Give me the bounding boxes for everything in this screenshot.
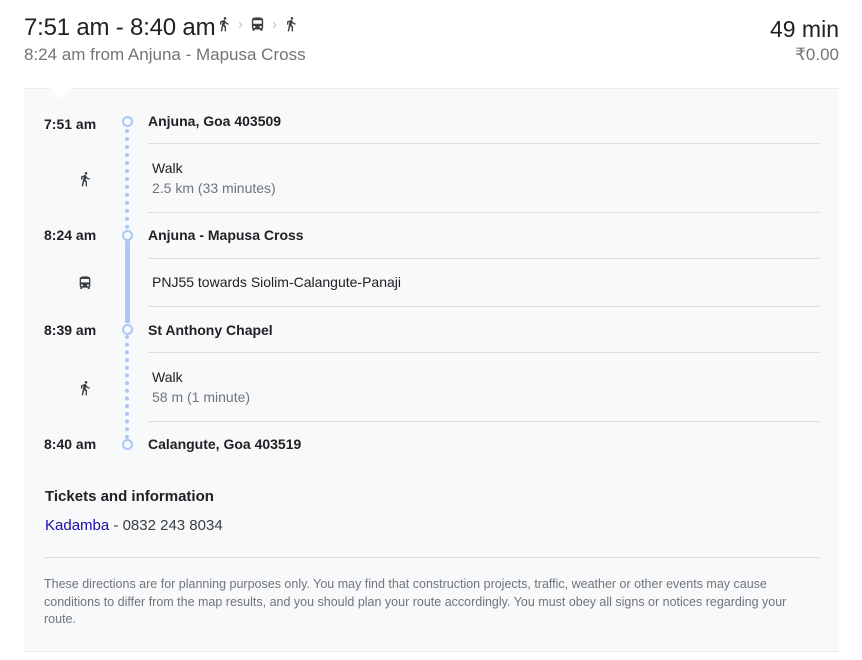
stop-marker [122,439,133,450]
tickets-info: Kadamba - 0832 243 8034 [45,517,223,534]
step-detail: 58 m (1 minute) [152,389,251,405]
stop-name[interactable]: St Anthony Chapel [148,322,273,338]
bus-icon [77,275,93,296]
walk-segment-line [125,129,129,229]
divider [148,306,819,307]
disclaimer-text: These directions are for planning purpos… [44,577,787,626]
divider [148,212,819,213]
step-detail: 2.5 km (33 minutes) [152,180,276,196]
walk-segment-line [125,335,129,439]
stop-time: 8:40 am [44,436,97,452]
total-duration: 49 min [769,16,839,42]
walk-icon [77,170,93,193]
panel-pointer [50,88,72,99]
route-summary-header[interactable]: 7:51 am - 8:40 am › › 8:24 am from Anjun… [0,0,862,88]
divider [148,143,819,144]
chevron-right-icon: › [272,15,277,33]
agency-phone: 0832 243 8034 [122,517,223,534]
tickets-heading: Tickets and information [45,488,214,505]
stop-name[interactable]: Anjuna - Mapusa Cross [148,227,304,243]
chevron-right-icon: › [238,15,243,33]
walk-icon [283,15,299,33]
walk-icon [77,379,93,402]
stop-time: 8:24 am [44,227,97,243]
stop-name[interactable]: Anjuna, Goa 403509 [148,113,281,129]
transit-line-info[interactable]: PNJ55 towards Siolim-Calangute-Panaji [152,274,401,290]
fare: ₹0.00 [795,45,839,64]
separator: - [109,517,123,534]
divider [44,557,819,558]
step-title[interactable]: Walk [152,369,183,385]
stop-time: 8:39 am [44,322,97,338]
departure-info: 8:24 am from Anjuna - Mapusa Cross [24,45,306,64]
stop-marker [122,116,133,127]
stop-marker [122,324,133,335]
divider [148,352,819,353]
route-details-panel [24,88,839,652]
stop-marker [122,230,133,241]
divider [148,421,819,422]
step-title[interactable]: Walk [152,160,183,176]
bus-segment-line [125,241,130,323]
divider [148,258,819,259]
bus-icon [249,16,266,33]
time-range: 7:51 am - 8:40 am [24,14,216,41]
mode-icons: › › [216,15,299,33]
agency-link[interactable]: Kadamba [45,517,109,534]
divider [24,651,839,652]
stop-time: 7:51 am [44,116,97,132]
walk-icon [216,15,232,33]
stop-name[interactable]: Calangute, Goa 403519 [148,436,301,452]
